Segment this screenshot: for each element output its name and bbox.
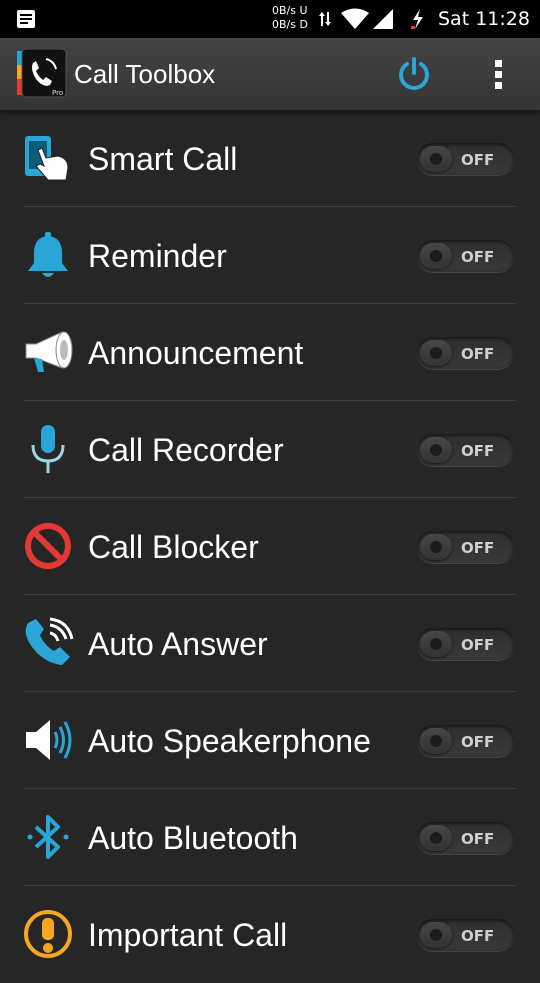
toggle-state: OFF: [461, 830, 495, 848]
toggle-state: OFF: [461, 539, 495, 557]
feature-label: Important Call: [88, 917, 288, 953]
feature-toggle[interactable]: OFF: [417, 919, 514, 951]
network-speed: 0B/s U 0B/s D: [272, 4, 308, 32]
speaker-icon: [26, 720, 72, 760]
toggle-knob: [420, 437, 452, 463]
feature-toggle[interactable]: OFF: [417, 143, 514, 175]
list-item-auto-answer[interactable]: Auto Answer OFF: [0, 595, 540, 692]
feature-toggle[interactable]: OFF: [417, 725, 514, 757]
list-item-important-call[interactable]: Important Call OFF: [0, 886, 540, 983]
feature-label: Reminder: [88, 238, 227, 274]
feature-label: Smart Call: [88, 141, 238, 177]
cell-signal-icon: [373, 9, 393, 29]
overflow-menu-icon[interactable]: [486, 56, 512, 94]
feature-toggle[interactable]: OFF: [417, 240, 514, 272]
notification-icon: [17, 10, 35, 28]
clock-time: Sat 11:28: [438, 8, 530, 30]
net-up-text: 0B/s U: [272, 4, 308, 17]
feature-label: Call Recorder: [88, 432, 284, 468]
feature-toggle[interactable]: OFF: [417, 628, 514, 660]
toggle-state: OFF: [461, 927, 495, 945]
toggle-knob: [420, 243, 452, 269]
app-logo-icon: Pro: [17, 49, 67, 98]
list-item-smart-call[interactable]: Smart Call OFF: [0, 110, 540, 207]
toggle-state: OFF: [461, 248, 495, 266]
toggle-knob: [420, 728, 452, 754]
feature-list: Smart Call OFF Reminder OFF Announcement: [0, 110, 540, 983]
feature-label: Auto Bluetooth: [88, 820, 298, 856]
feature-toggle[interactable]: OFF: [417, 531, 514, 563]
feature-label: Auto Speakerphone: [88, 723, 371, 759]
block-icon: [25, 523, 71, 569]
logo-badge: Pro: [52, 89, 63, 97]
toggle-state: OFF: [461, 151, 495, 169]
toggle-state: OFF: [461, 636, 495, 654]
feature-label: Call Blocker: [88, 529, 259, 565]
app-title: Call Toolbox: [74, 59, 216, 89]
toggle-state: OFF: [461, 345, 495, 363]
feature-toggle[interactable]: OFF: [417, 337, 514, 369]
bell-icon: [28, 232, 68, 277]
net-down-text: 0B/s D: [272, 18, 308, 31]
wifi-icon: [341, 8, 369, 29]
feature-toggle[interactable]: OFF: [417, 434, 514, 466]
list-item-auto-speakerphone[interactable]: Auto Speakerphone OFF: [0, 692, 540, 789]
list-item-call-blocker[interactable]: Call Blocker OFF: [0, 498, 540, 595]
feature-label: Auto Answer: [88, 626, 268, 662]
power-icon[interactable]: [396, 56, 432, 92]
toggle-knob: [420, 825, 452, 851]
toggle-state: OFF: [461, 733, 495, 751]
battery-charging-icon: [411, 9, 423, 29]
feature-toggle[interactable]: OFF: [417, 822, 514, 854]
microphone-icon: [31, 425, 65, 473]
toggle-knob: [420, 340, 452, 366]
toggle-knob: [420, 146, 452, 172]
alert-icon: [24, 910, 72, 958]
feature-label: Announcement: [88, 335, 304, 371]
phone-ringing-icon: [25, 617, 74, 665]
toggle-knob: [420, 534, 452, 560]
status-bar: 0B/s U 0B/s D Sat 11:28: [0, 0, 540, 38]
smart-call-icon: [25, 136, 69, 181]
list-item-announcement[interactable]: Announcement OFF: [0, 304, 540, 401]
list-item-reminder[interactable]: Reminder OFF: [0, 207, 540, 304]
app-bar: Pro Call Toolbox: [0, 38, 540, 111]
bluetooth-icon: [27, 815, 69, 859]
list-item-auto-bluetooth[interactable]: Auto Bluetooth OFF: [0, 789, 540, 886]
toggle-state: OFF: [461, 442, 495, 460]
megaphone-icon: [25, 331, 73, 372]
list-item-call-recorder[interactable]: Call Recorder OFF: [0, 401, 540, 498]
toggle-knob: [420, 922, 452, 948]
toggle-knob: [420, 631, 452, 657]
data-arrows-icon: [319, 12, 331, 26]
